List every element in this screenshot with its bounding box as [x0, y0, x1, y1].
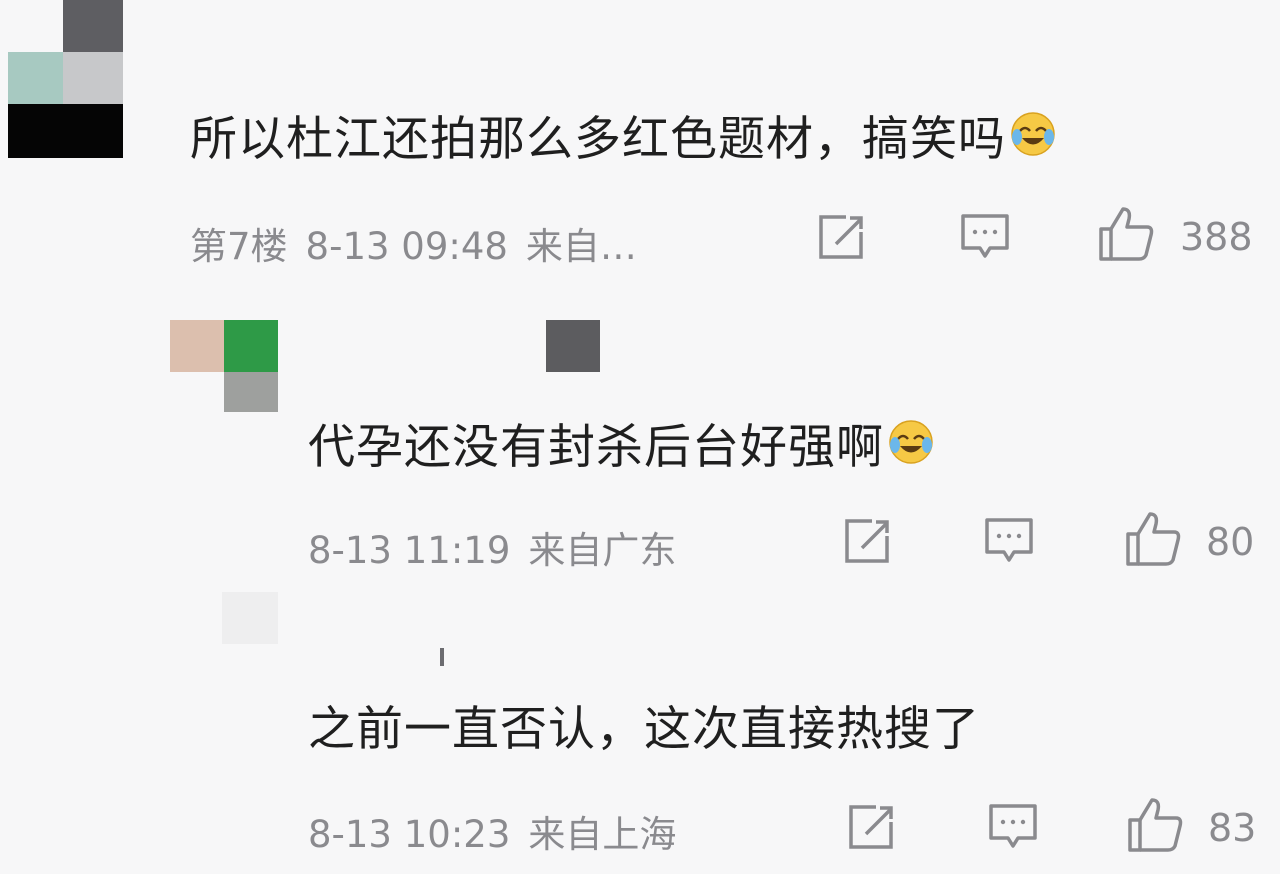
- share-icon: [845, 519, 889, 563]
- comment-meta: 第7楼 8-13 09:48 来自…: [190, 216, 655, 270]
- like-button[interactable]: [1097, 205, 1155, 263]
- comment-text: 所以杜江还拍那么多红色题材，搞笑吗: [190, 100, 1056, 169]
- timestamp: 8-13 10:23: [308, 813, 511, 856]
- avatar[interactable]: [222, 592, 278, 644]
- location: 来自上海: [528, 813, 677, 856]
- comment-button[interactable]: [984, 514, 1034, 566]
- comment-icon: [989, 804, 1037, 848]
- laugh-cry-emoji-icon: [888, 419, 934, 477]
- like-button[interactable]: [1124, 510, 1182, 568]
- comment-text: 之前一直否认，这次直接热搜了: [308, 690, 980, 759]
- like-button[interactable]: [1126, 796, 1184, 854]
- share-icon: [849, 805, 893, 849]
- share-button[interactable]: [816, 212, 866, 262]
- comment-meta: 8-13 11:19 来自广东: [308, 520, 694, 574]
- comment-item: 之前一直否认，这次直接热搜了 8-13 10:23 来自上海 83: [0, 590, 1280, 874]
- thumbs-up-icon: [1128, 798, 1183, 852]
- comment-text-content: 所以杜江还拍那么多红色题材，搞笑吗: [190, 112, 1006, 167]
- share-icon: [819, 215, 863, 259]
- share-button[interactable]: [846, 802, 896, 852]
- thumbs-up-icon: [1126, 512, 1181, 566]
- comment-text: 代孕还没有封杀后台好强啊: [308, 408, 934, 477]
- location: 来自…: [525, 225, 637, 268]
- username-blurred[interactable]: [440, 648, 444, 666]
- timestamp: 8-13 09:48: [305, 225, 508, 268]
- comment-icon: [961, 214, 1009, 258]
- comment-text-content: 之前一直否认，这次直接热搜了: [308, 702, 980, 757]
- like-count: 80: [1206, 520, 1255, 564]
- comment-meta: 8-13 10:23 来自上海: [308, 804, 694, 858]
- floor-label: 第7楼: [190, 225, 288, 268]
- comment-text-content: 代孕还没有封杀后台好强啊: [308, 420, 884, 475]
- avatar[interactable]: [170, 320, 278, 412]
- location: 来自广东: [528, 529, 677, 572]
- share-button[interactable]: [842, 516, 892, 566]
- laugh-cry-emoji-icon: [1010, 111, 1056, 169]
- comment-button[interactable]: [988, 800, 1038, 852]
- comment-item: 所以杜江还拍那么多红色题材，搞笑吗 第7楼 8-13 09:48 来自… 388: [0, 0, 1280, 290]
- like-count: 83: [1208, 806, 1257, 850]
- like-count: 388: [1180, 215, 1253, 259]
- username-blurred[interactable]: [546, 320, 600, 372]
- comment-icon: [985, 518, 1033, 562]
- thumbs-up-icon: [1099, 207, 1154, 261]
- avatar[interactable]: [8, 0, 123, 160]
- comment-button[interactable]: [960, 210, 1010, 262]
- timestamp: 8-13 11:19: [308, 529, 511, 572]
- comment-item: 代孕还没有封杀后台好强啊 8-13 11:19 来自广东 80: [0, 300, 1280, 590]
